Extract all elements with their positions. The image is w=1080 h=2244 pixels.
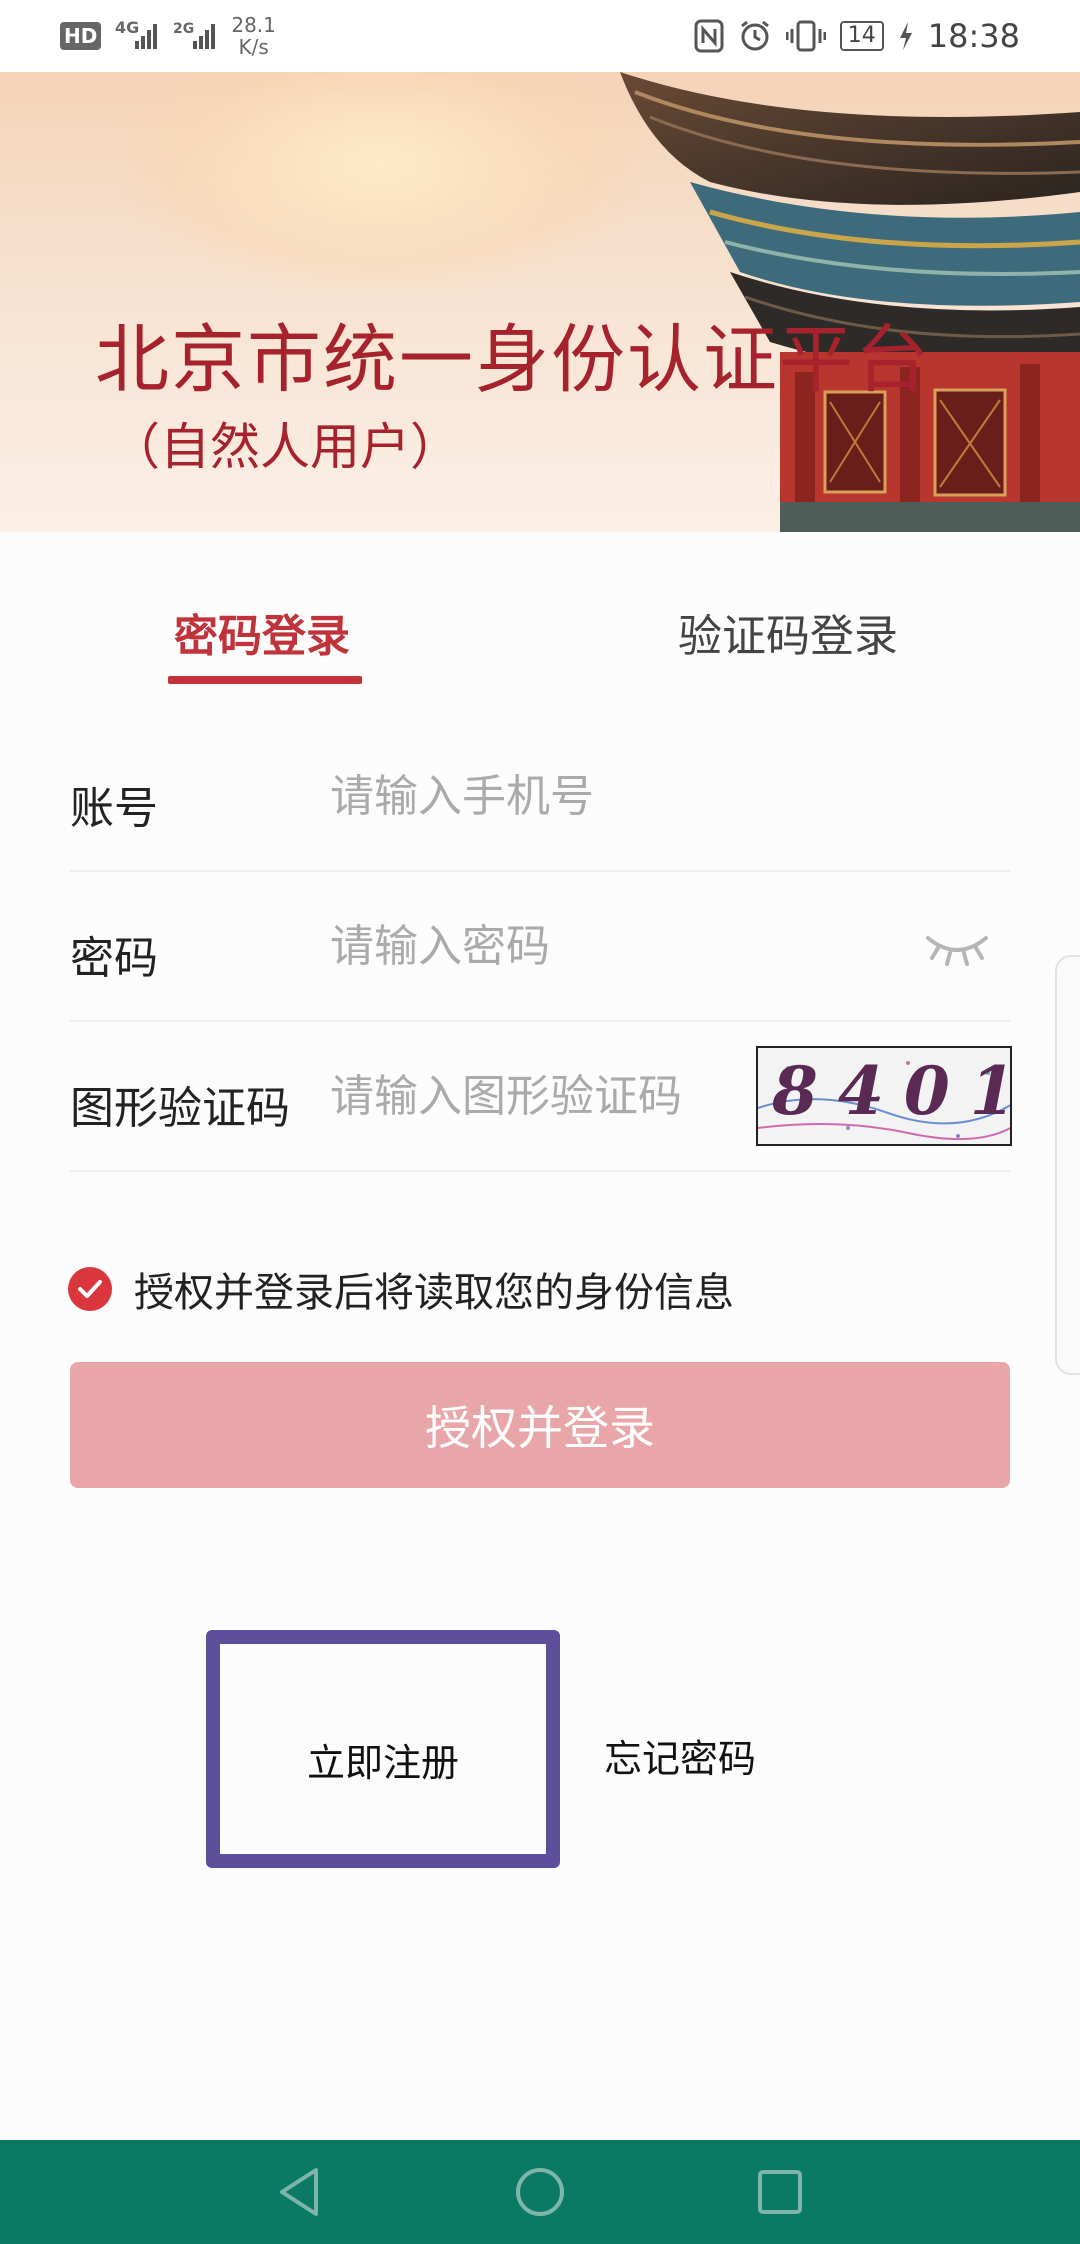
login-page: HD 4G 2G 28.1 K/s 14 18:38 北京市统一身份认证平台 （… bbox=[0, 0, 1080, 2244]
status-left: HD 4G 2G 28.1 K/s bbox=[60, 14, 276, 58]
navigation-bar bbox=[0, 2140, 1080, 2244]
password-row: 密码 bbox=[70, 872, 1010, 1022]
status-bar: HD 4G 2G 28.1 K/s 14 18:38 bbox=[0, 0, 1080, 72]
account-input[interactable] bbox=[330, 764, 830, 828]
captcha-code: 8401 bbox=[772, 1052, 1012, 1130]
login-button[interactable]: 授权并登录 bbox=[70, 1362, 1010, 1488]
back-button[interactable] bbox=[270, 2162, 330, 2222]
battery-icon: 14 bbox=[839, 21, 884, 51]
register-highlight-box: 立即注册 bbox=[206, 1630, 560, 1868]
alarm-icon bbox=[740, 20, 769, 51]
platform-subtitle: （自然人用户） bbox=[110, 418, 460, 476]
account-label: 账号 bbox=[70, 783, 158, 834]
status-right: 14 18:38 bbox=[694, 17, 1020, 55]
hd-icon: HD bbox=[60, 22, 102, 50]
tab-password-login[interactable]: 密码登录 bbox=[174, 600, 350, 664]
captcha-image[interactable]: 8401 bbox=[756, 1046, 1012, 1146]
back-icon bbox=[280, 2168, 318, 2216]
home-button[interactable] bbox=[510, 2162, 570, 2222]
recents-icon bbox=[758, 2170, 802, 2214]
clock: 18:38 bbox=[927, 17, 1020, 55]
captcha-label: 图形验证码 bbox=[70, 1083, 290, 1134]
svg-text:2G: 2G bbox=[173, 21, 194, 37]
network-speed: 28.1 K/s bbox=[231, 14, 276, 58]
captcha-row: 图形验证码 8401 bbox=[70, 1022, 1012, 1172]
network-speed-value: 28.1 bbox=[231, 13, 276, 37]
register-link[interactable]: 立即注册 bbox=[220, 1732, 546, 1787]
password-label: 密码 bbox=[70, 933, 158, 984]
account-row: 账号 bbox=[70, 722, 1010, 872]
recents-button[interactable] bbox=[750, 2162, 810, 2222]
header-banner: 北京市统一身份认证平台 （自然人用户） bbox=[0, 72, 1080, 532]
check-icon[interactable] bbox=[68, 1267, 112, 1311]
nfc-icon bbox=[694, 19, 724, 53]
vibrate-icon bbox=[785, 20, 826, 52]
consent-text: 授权并登录后将读取您的身份信息 bbox=[134, 1270, 734, 1316]
signal-2g-icon: 2G bbox=[173, 21, 216, 49]
side-edge-handle[interactable] bbox=[1055, 955, 1080, 1375]
consent-row[interactable]: 授权并登录后将读取您的身份信息 bbox=[68, 1264, 734, 1316]
home-icon bbox=[516, 2168, 564, 2216]
forgot-password-link[interactable]: 忘记密码 bbox=[604, 1728, 756, 1783]
login-tabs: 密码登录 验证码登录 bbox=[0, 560, 1080, 690]
charging-icon bbox=[899, 22, 912, 50]
platform-title: 北京市统一身份认证平台 bbox=[95, 317, 931, 403]
network-speed-unit: K/s bbox=[238, 35, 269, 59]
password-input[interactable] bbox=[330, 914, 830, 978]
eye-closed-icon[interactable] bbox=[924, 928, 990, 968]
tab-code-login[interactable]: 验证码登录 bbox=[678, 600, 898, 664]
svg-text:4G: 4G bbox=[115, 21, 139, 37]
active-tab-indicator bbox=[168, 676, 362, 684]
signal-4g-icon: 4G bbox=[115, 21, 158, 49]
captcha-input[interactable] bbox=[330, 1064, 740, 1128]
